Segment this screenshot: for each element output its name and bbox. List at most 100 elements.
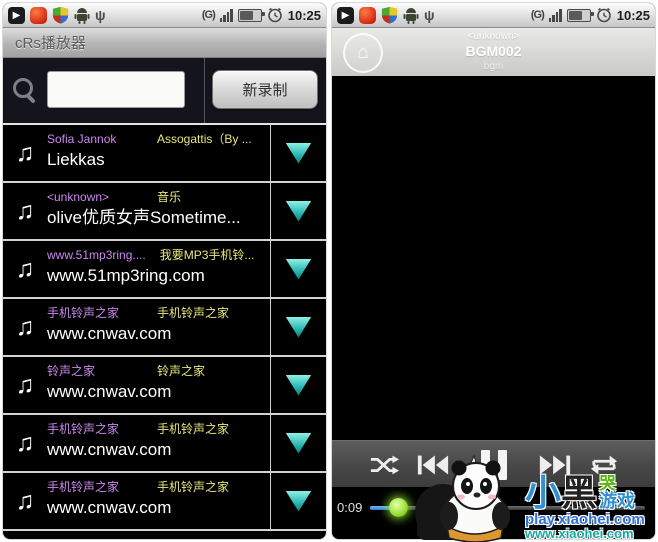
progress-track[interactable] bbox=[370, 498, 645, 517]
song-texts: www.51mp3ring.... 我要MP3手机铃... www.51mp3rin… bbox=[47, 241, 270, 297]
song-texts: 手机铃声之家 手机铃声之家 www.cnwav.com bbox=[47, 299, 270, 355]
signal-strength-icon bbox=[219, 8, 233, 22]
status-bar: ▶ ψ (G) 10:25 bbox=[332, 3, 655, 28]
song-artist: 手机铃声之家 bbox=[47, 422, 120, 436]
song-title: www.cnwav.com bbox=[47, 498, 172, 517]
song-title: www.cnwav.com bbox=[47, 440, 172, 459]
now-playing-info: <unknown> BGM002 bgm bbox=[392, 30, 595, 74]
app-title-bar: cRs播放器 bbox=[3, 28, 326, 58]
song-texts: <unknown> 音乐 olive优质女声Sometime... bbox=[47, 183, 270, 239]
song-row[interactable]: ♫ <unknown> 音乐 olive优质女声Sometime... bbox=[3, 183, 326, 241]
song-row[interactable]: ♫ www.51mp3ring.... 我要MP3手机铃... www.51mp3ri… bbox=[3, 241, 326, 299]
shuffle-button[interactable] bbox=[369, 453, 399, 477]
song-artist: <unknown> bbox=[47, 190, 110, 204]
chevron-down-icon bbox=[285, 142, 312, 164]
song-album: 我要MP3手机铃... bbox=[159, 248, 255, 262]
right-screen: ▶ ψ (G) 10:25 ⌂ <unknown> BGM002 bgm 0:0… bbox=[332, 3, 655, 539]
song-expand-button[interactable] bbox=[270, 183, 326, 239]
song-album: 手机铃声之家 bbox=[157, 422, 230, 436]
status-bar: ▶ ψ (G) 10:25 bbox=[3, 3, 326, 28]
app-title: cRs播放器 bbox=[15, 35, 86, 52]
alarm-clock-icon bbox=[267, 7, 282, 23]
song-album: 手机铃声之家 bbox=[157, 480, 230, 494]
music-note-icon: ♫ bbox=[15, 138, 35, 167]
music-note-icon: ♫ bbox=[15, 428, 35, 457]
pause-icon bbox=[497, 449, 507, 480]
clock-time: 10:25 bbox=[287, 7, 321, 23]
now-playing-title: BGM002 bbox=[465, 43, 522, 59]
transport-bar bbox=[332, 440, 655, 488]
usb-icon: ψ bbox=[95, 7, 106, 23]
song-expand-button[interactable] bbox=[270, 299, 326, 355]
battery-icon bbox=[237, 8, 265, 22]
song-expand-button[interactable] bbox=[270, 241, 326, 297]
now-playing-header: ⌂ <unknown> BGM002 bgm bbox=[332, 28, 655, 77]
chevron-down-icon bbox=[285, 490, 312, 512]
song-title: www.cnwav.com bbox=[47, 324, 172, 343]
song-expand-button[interactable] bbox=[270, 473, 326, 529]
shuffle-icon bbox=[370, 455, 399, 474]
song-list: ♫ Sofia Jannok Assogattis（By ... Liekkas ♫ <u… bbox=[3, 125, 326, 531]
progress-thumb[interactable] bbox=[388, 498, 408, 517]
next-button[interactable] bbox=[538, 453, 572, 477]
song-texts: Sofia Jannok Assogattis（By ... Liekkas bbox=[47, 125, 270, 181]
repeat-button[interactable] bbox=[589, 453, 619, 477]
song-expand-button[interactable] bbox=[270, 357, 326, 413]
song-artist: www.51mp3ring.... bbox=[47, 248, 146, 262]
album-art-area bbox=[332, 76, 655, 440]
android-robot-icon bbox=[403, 7, 419, 24]
screenshot-pair: ▶ ψ (G) 10:25 cRs播放器 新录制 ♫ Sofia Jannok … bbox=[0, 0, 658, 542]
music-note-icon: ♫ bbox=[15, 196, 35, 225]
song-row[interactable]: ♫ Sofia Jannok Assogattis（By ... Liekkas bbox=[3, 125, 326, 183]
clock-time: 10:25 bbox=[616, 7, 650, 23]
song-row[interactable]: ♫ 手机铃声之家 手机铃声之家 www.cnwav.com bbox=[3, 299, 326, 357]
now-playing-album: bgm bbox=[483, 61, 504, 72]
search-icon bbox=[13, 78, 33, 98]
song-artist: 手机铃声之家 bbox=[47, 480, 120, 494]
song-album: 音乐 bbox=[157, 190, 182, 204]
data-network-g-icon: (G) bbox=[530, 9, 545, 21]
song-texts: 手机铃声之家 手机铃声之家 www.cnwav.com bbox=[47, 473, 270, 529]
battery-icon bbox=[566, 8, 594, 22]
home-button[interactable]: ⌂ bbox=[343, 33, 383, 73]
alarm-clock-icon bbox=[596, 7, 611, 23]
chevron-down-icon bbox=[285, 432, 312, 454]
song-album: 手机铃声之家 bbox=[157, 306, 230, 320]
android-robot-icon bbox=[74, 7, 90, 24]
elapsed-time: 0:09 bbox=[337, 500, 363, 515]
chevron-down-icon bbox=[285, 258, 312, 280]
progress-zone: 0:09 bbox=[332, 487, 655, 539]
song-texts: 手机铃声之家 手机铃声之家 www.cnwav.com bbox=[47, 415, 270, 471]
fox-app-icon bbox=[359, 6, 376, 24]
song-artist: 手机铃声之家 bbox=[47, 306, 120, 320]
media-play-notification-icon: ▶ bbox=[337, 6, 354, 24]
security-shield-icon bbox=[52, 6, 69, 24]
song-title: www.51mp3ring.com bbox=[47, 266, 205, 285]
media-play-notification-icon: ▶ bbox=[8, 6, 25, 24]
song-row[interactable]: ♫ 手机铃声之家 手机铃声之家 www.cnwav.com bbox=[3, 415, 326, 473]
panel-divider bbox=[204, 58, 205, 123]
song-title: Liekkas bbox=[47, 150, 105, 169]
new-record-button[interactable]: 新录制 bbox=[212, 70, 318, 109]
pause-button[interactable] bbox=[480, 449, 507, 480]
chevron-down-icon bbox=[285, 374, 312, 396]
left-screen: ▶ ψ (G) 10:25 cRs播放器 新录制 ♫ Sofia Jannok … bbox=[3, 3, 326, 539]
song-expand-button[interactable] bbox=[270, 415, 326, 471]
song-row[interactable]: ♫ 铃声之家 铃声之家 www.cnwav.com bbox=[3, 357, 326, 415]
security-shield-icon bbox=[381, 6, 398, 24]
song-title: www.cnwav.com bbox=[47, 382, 172, 401]
usb-icon: ψ bbox=[424, 7, 435, 23]
music-note-icon: ♫ bbox=[15, 486, 35, 515]
repeat-icon bbox=[590, 455, 617, 474]
song-title: olive优质女声Sometime... bbox=[47, 208, 241, 227]
search-input[interactable] bbox=[47, 71, 185, 108]
chevron-down-icon bbox=[285, 316, 312, 338]
pause-icon bbox=[480, 449, 490, 480]
song-texts: 铃声之家 铃声之家 www.cnwav.com bbox=[47, 357, 270, 413]
data-network-g-icon: (G) bbox=[201, 9, 216, 21]
song-album: 铃声之家 bbox=[157, 364, 206, 378]
fox-app-icon bbox=[30, 6, 47, 24]
song-expand-button[interactable] bbox=[270, 125, 326, 181]
song-row[interactable]: ♫ 手机铃声之家 手机铃声之家 www.cnwav.com bbox=[3, 473, 326, 531]
previous-button[interactable] bbox=[416, 453, 450, 477]
